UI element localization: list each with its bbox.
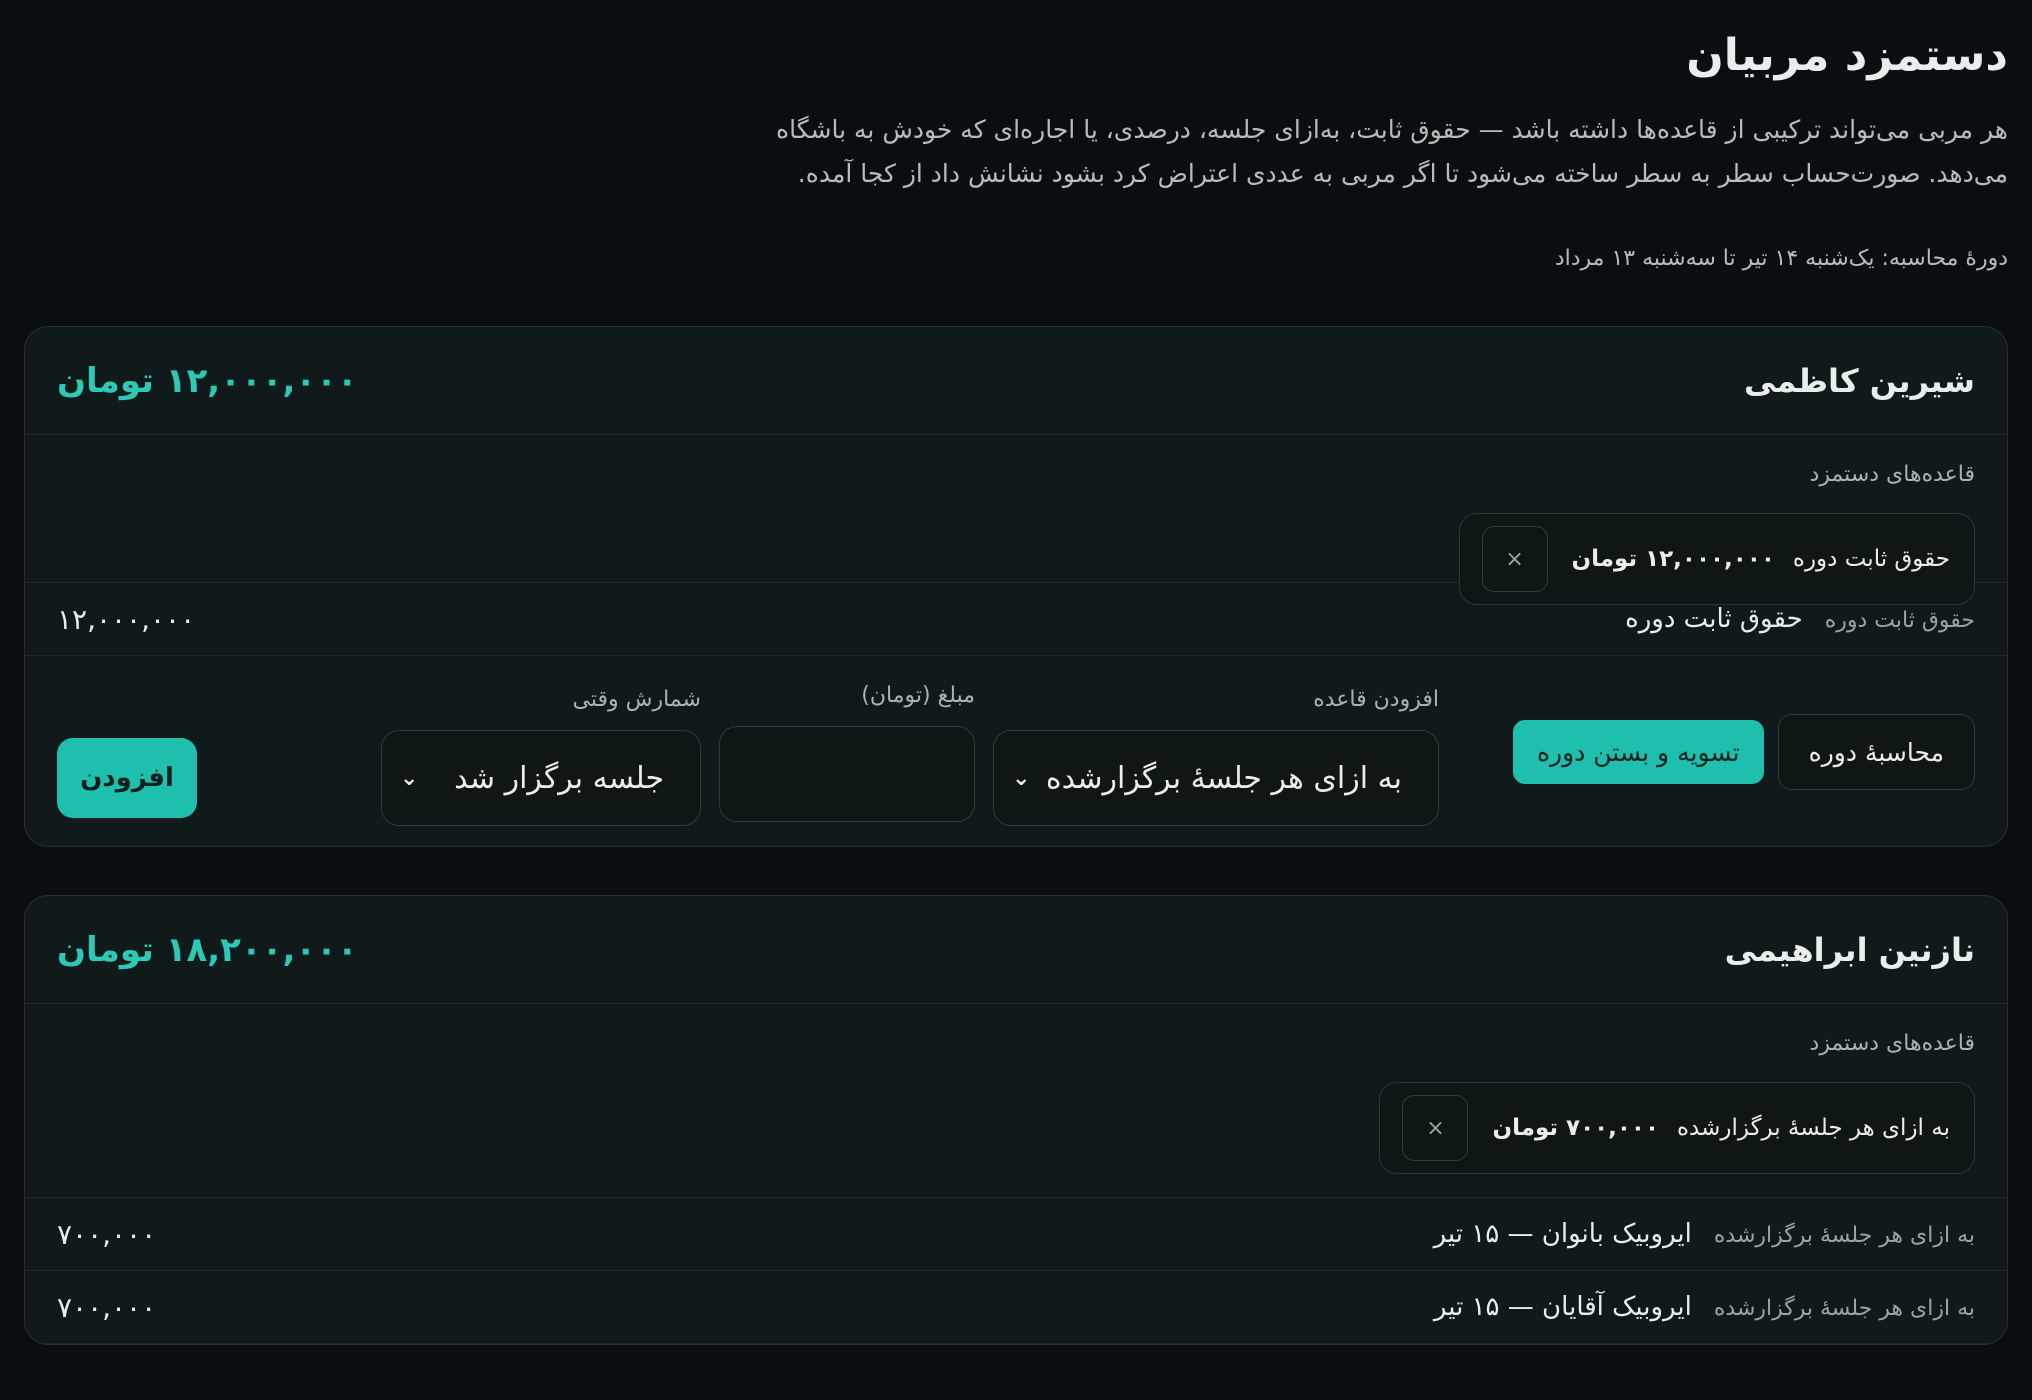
statement-line-amount: ۷۰۰,۰۰۰ [57,1217,157,1251]
pay-rules-label: قاعده‌های دستمزد [1809,1031,1975,1056]
pay-rule-type: حقوق ثابت دوره [1792,546,1950,572]
period-actions: محاسبهٔ دوره تسویه و بستن دوره [1512,714,1975,790]
pay-rule-chip: حقوق ثابت دوره ۱۲,۰۰۰,۰۰۰ تومان × [1458,513,1975,605]
coach-total: ۱۸,۲۰۰,۰۰۰ تومان [57,929,358,970]
statement-line-amount: ۷۰۰,۰۰۰ [57,1290,157,1324]
pay-rule-amount: ۱۲,۰۰۰,۰۰۰ تومان [1571,546,1775,572]
page-description: هر مربی می‌تواند ترکیبی از قاعده‌ها داشت… [708,108,2008,196]
statement-line: به ازای هر جلسهٔ برگزارشده ایروبیک بانوا… [25,1198,2007,1271]
add-rule-field: افزودن قاعده به ازای هر جلسهٔ برگزارشده … [993,682,1439,826]
coach-card-header: نازنین ابراهیمی ۱۸,۲۰۰,۰۰۰ تومان [25,896,2007,1004]
pay-rule-chip: به ازای هر جلسهٔ برگزارشده ۷۰۰,۰۰۰ تومان… [1379,1082,1975,1174]
coach-card: شیرین کاظمی ۱۲,۰۰۰,۰۰۰ تومان قاعده‌های د… [24,326,2008,847]
rule-type-selected: به ازای هر جلسهٔ برگزارشده [1045,760,1402,796]
add-rule-label: افزودن قاعده [1313,687,1439,712]
pay-rule-type: به ازای هر جلسهٔ برگزارشده [1677,1115,1950,1141]
description-line-1: هر مربی می‌تواند ترکیبی از قاعده‌ها داشت… [776,115,2008,144]
description-line-2: می‌دهد. صورت‌حساب سطر به سطر ساخته می‌شو… [797,159,2008,188]
statement-line-description: ایروبیک بانوان — ۱۵ تیر [1433,1219,1692,1249]
pay-rule-amount: ۷۰۰,۰۰۰ تومان [1492,1115,1659,1141]
pay-rules-section: قاعده‌های دستمزد به ازای هر جلسهٔ برگزار… [25,1004,2007,1198]
close-icon: × [1426,1115,1445,1141]
chevron-down-icon: ⌄ [400,765,419,791]
amount-label: مبلغ (تومان) [861,683,975,708]
remove-rule-button[interactable]: × [1402,1095,1469,1161]
settle-close-period-button[interactable]: تسویه و بستن دوره [1512,720,1764,784]
coach-name: شیرین کاظمی [1744,361,1975,400]
statement-line-labels: حقوق ثابت دوره حقوق ثابت دوره [1625,604,1975,634]
coach-card-header: شیرین کاظمی ۱۲,۰۰۰,۰۰۰ تومان [25,327,2007,435]
statement-line-labels: به ازای هر جلسهٔ برگزارشده ایروبیک بانوا… [1434,1219,1975,1249]
counting-select[interactable]: جلسه برگزار شد ⌄ [381,730,701,826]
coach-card: نازنین ابراهیمی ۱۸,۲۰۰,۰۰۰ تومان قاعده‌ه… [24,895,2008,1345]
remove-rule-button[interactable]: × [1481,526,1548,592]
statement-line: به ازای هر جلسهٔ برگزارشده ایروبیک آقایا… [25,1271,2007,1344]
pay-rules-section: قاعده‌های دستمزد حقوق ثابت دوره ۱۲,۰۰۰,۰… [25,435,2007,605]
page-header: دستمزد مربیان هر مربی می‌تواند ترکیبی از… [24,0,2008,274]
pay-rules-list: به ازای هر جلسهٔ برگزارشده ۷۰۰,۰۰۰ تومان… [57,1082,1975,1174]
amount-input[interactable] [719,726,975,822]
page-title: دستمزد مربیان [1686,30,2008,81]
statement-line-description: حقوق ثابت دوره [1625,604,1803,634]
counting-field: شمارش وقتی جلسه برگزار شد ⌄ [381,682,701,826]
coach-total: ۱۲,۰۰۰,۰۰۰ تومان [57,360,358,401]
statement-line-amount: ۱۲,۰۰۰,۰۰۰ [57,602,196,636]
amount-field: مبلغ (تومان) [719,678,975,822]
coach-payroll-page: دستمزد مربیان هر مربی می‌تواند ترکیبی از… [24,0,2008,1345]
billing-period: دورهٔ محاسبه: یک‌شنبه ۱۴ تیر تا سه‌شنبه … [1554,246,2008,271]
statement-line-type: به ازای هر جلسهٔ برگزارشده [1713,1223,1975,1248]
counting-label: شمارش وقتی [572,687,701,712]
statement-line-labels: به ازای هر جلسهٔ برگزارشده ایروبیک آقایا… [1434,1292,1975,1322]
add-rule-button[interactable]: افزودن [57,738,197,818]
statement-line-type: حقوق ثابت دوره [1824,608,1975,633]
statement-line-description: ایروبیک آقایان — ۱۵ تیر [1433,1292,1692,1322]
pay-rules-label: قاعده‌های دستمزد [1809,462,1975,487]
rule-type-select[interactable]: به ازای هر جلسهٔ برگزارشده ⌄ [993,730,1439,826]
close-icon: × [1505,546,1524,572]
chevron-down-icon: ⌄ [1012,765,1031,791]
statement-line-type: به ازای هر جلسهٔ برگزارشده [1713,1296,1975,1321]
counting-selected: جلسه برگزار شد [454,760,664,796]
card-actions: محاسبهٔ دوره تسویه و بستن دوره افزودن قا… [25,656,2007,846]
coach-name: نازنین ابراهیمی [1724,930,1975,969]
calculate-period-button[interactable]: محاسبهٔ دوره [1777,714,1975,790]
